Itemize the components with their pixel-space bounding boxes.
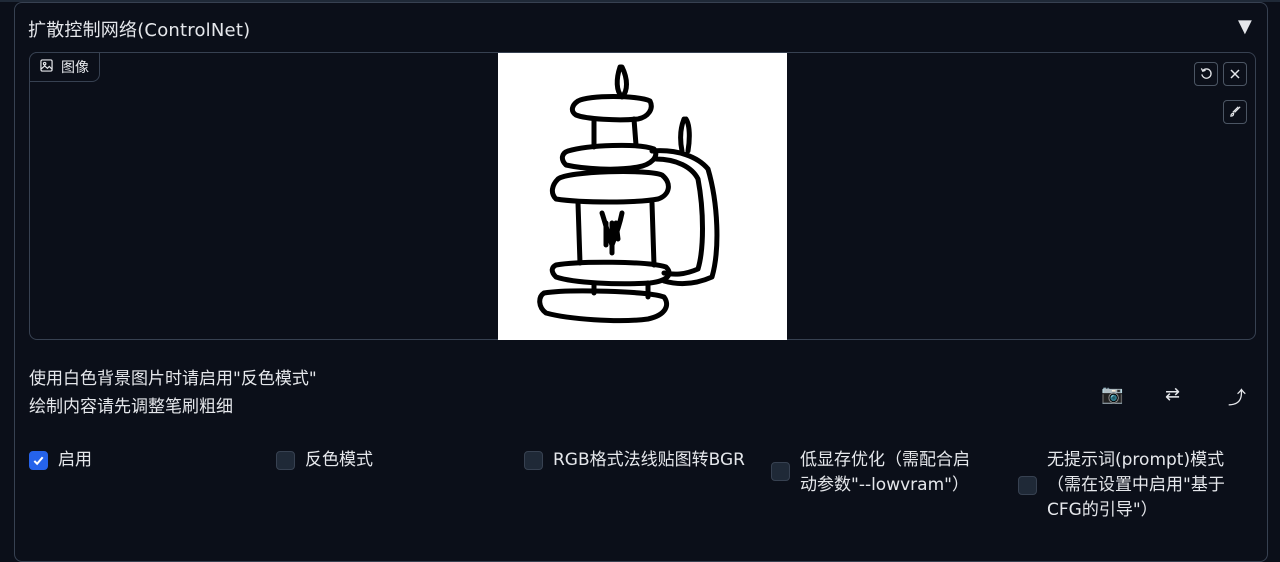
invert-label: 反色模式 xyxy=(305,450,373,470)
image-icon xyxy=(40,58,53,76)
swap-icon[interactable]: ⇄ xyxy=(1165,384,1180,405)
image-label: 图像 xyxy=(29,52,100,82)
close-icon xyxy=(1229,65,1241,84)
guess-mode-label: 无提示词(prompt)模式（需在设置中启用"基于CFG的引导"） xyxy=(1047,450,1225,520)
lowvram-checkbox[interactable] xyxy=(771,462,790,481)
image-label-text: 图像 xyxy=(61,60,89,76)
invert-checkbox[interactable] xyxy=(276,451,295,470)
guess-mode-checkbox[interactable] xyxy=(1018,476,1037,495)
option-lowvram[interactable]: 低显存优化（需配合启动参数"--lowvram"） xyxy=(771,448,981,498)
brush-icon xyxy=(1229,103,1242,122)
brush-button[interactable] xyxy=(1223,100,1247,124)
sketch-canvas[interactable] xyxy=(498,53,787,340)
lowvram-label: 低显存优化（需配合启动参数"--lowvram"） xyxy=(800,450,970,495)
camera-icon[interactable]: 📷 xyxy=(1101,384,1123,405)
rgb-bgr-label: RGB格式法线贴图转BGR xyxy=(553,450,745,470)
option-guess-mode[interactable]: 无提示词(prompt)模式（需在设置中启用"基于CFG的引导"） xyxy=(1018,448,1258,523)
collapse-icon[interactable]: ▼ xyxy=(1238,16,1252,37)
enable-checkbox[interactable] xyxy=(29,451,48,470)
panel-title[interactable]: 扩散控制网络(ControlNet) xyxy=(28,16,250,42)
send-icon[interactable]: ⤴ xyxy=(1228,384,1246,410)
hint-brush: 绘制内容请先调整笔刷粗细 xyxy=(29,397,233,417)
hint-invert: 使用白色背景图片时请启用"反色模式" xyxy=(29,369,317,389)
undo-button[interactable] xyxy=(1194,62,1218,86)
undo-icon xyxy=(1200,65,1213,84)
option-rgb-bgr[interactable]: RGB格式法线贴图转BGR xyxy=(524,448,754,473)
enable-label: 启用 xyxy=(58,450,92,470)
option-enable[interactable]: 启用 xyxy=(29,448,249,473)
clear-button[interactable] xyxy=(1223,62,1247,86)
rgb-bgr-checkbox[interactable] xyxy=(524,451,543,470)
option-invert[interactable]: 反色模式 xyxy=(276,448,496,473)
